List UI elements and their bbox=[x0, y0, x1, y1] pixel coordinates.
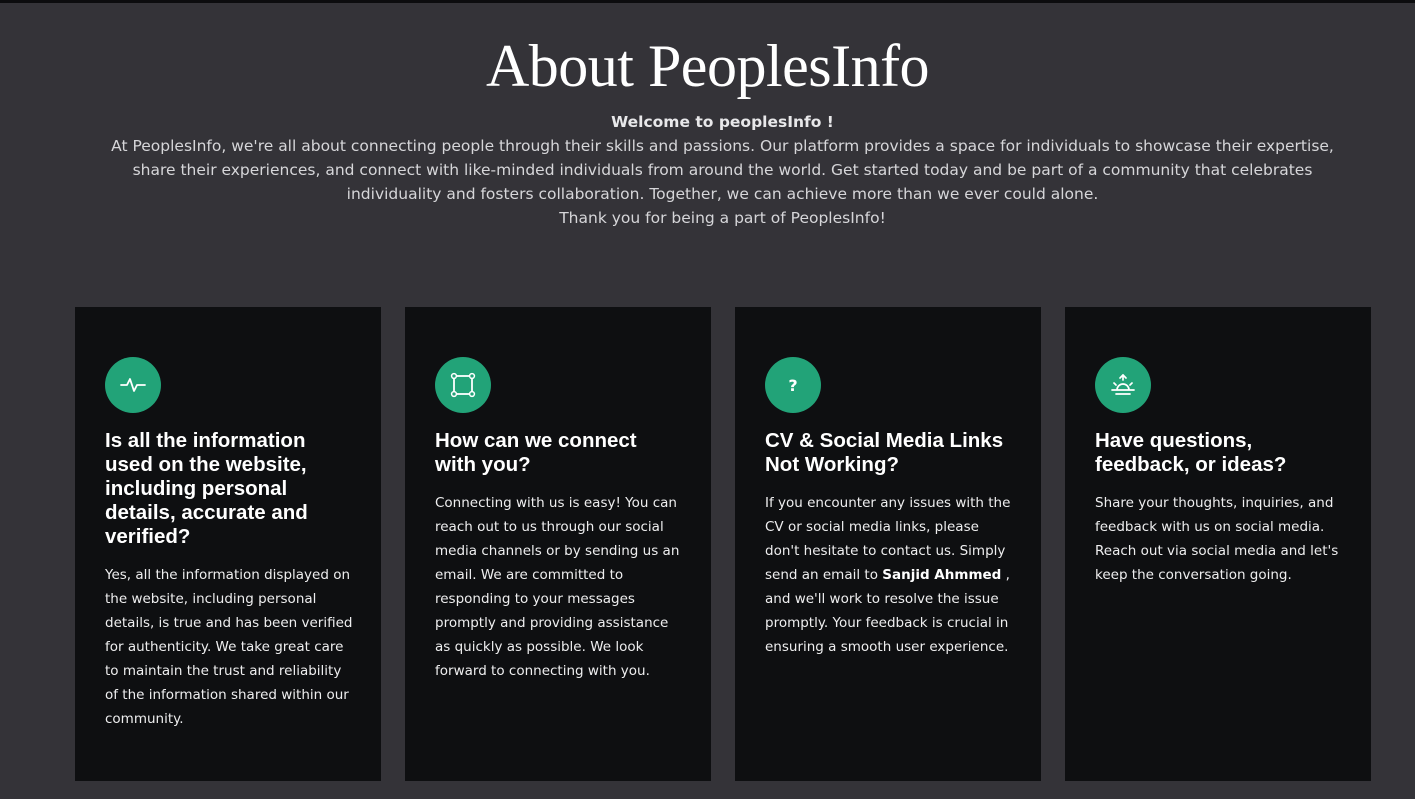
card-text: If you encounter any issues with the CV … bbox=[765, 491, 1013, 659]
card-title: How can we connect with you? bbox=[435, 429, 637, 476]
card-text: Yes, all the information displayed on th… bbox=[105, 567, 353, 727]
faq-card-information-accuracy: Is all the information used on the websi… bbox=[75, 307, 381, 781]
intro-description: At PeoplesInfo, we're all about connecti… bbox=[111, 137, 1334, 203]
card-text: Share your thoughts, inquiries, and feed… bbox=[1095, 495, 1339, 583]
intro-text: Welcome to peoplesInfo ! At PeoplesInfo,… bbox=[90, 110, 1355, 230]
card-title: Is all the information used on the websi… bbox=[105, 429, 308, 548]
contact-name: Sanjid Ahmmed bbox=[882, 567, 1002, 583]
faq-card-connect: How can we connect with you? Connecting … bbox=[405, 307, 711, 781]
faq-card-broken-links: ? CV & Social Media Links Not Working? I… bbox=[735, 307, 1041, 781]
welcome-heading: Welcome to peoplesInfo ! bbox=[611, 113, 834, 131]
activity-pulse-icon bbox=[105, 357, 161, 413]
faq-card-feedback: Have questions, feedback, or ideas? Shar… bbox=[1065, 307, 1371, 781]
card-title: CV & Social Media Links Not Working? bbox=[765, 429, 1004, 476]
question-mark-icon: ? bbox=[765, 357, 821, 413]
card-text: Connecting with us is easy! You can reac… bbox=[435, 495, 680, 679]
question-mark-glyph: ? bbox=[788, 375, 798, 395]
card-title: Have questions, feedback, or ideas? bbox=[1095, 429, 1287, 476]
sunrise-icon bbox=[1095, 357, 1151, 413]
thanks-text: Thank you for being a part of PeoplesInf… bbox=[559, 209, 886, 227]
page-title: About PeoplesInfo bbox=[485, 33, 930, 99]
bounding-box-icon bbox=[435, 357, 491, 413]
